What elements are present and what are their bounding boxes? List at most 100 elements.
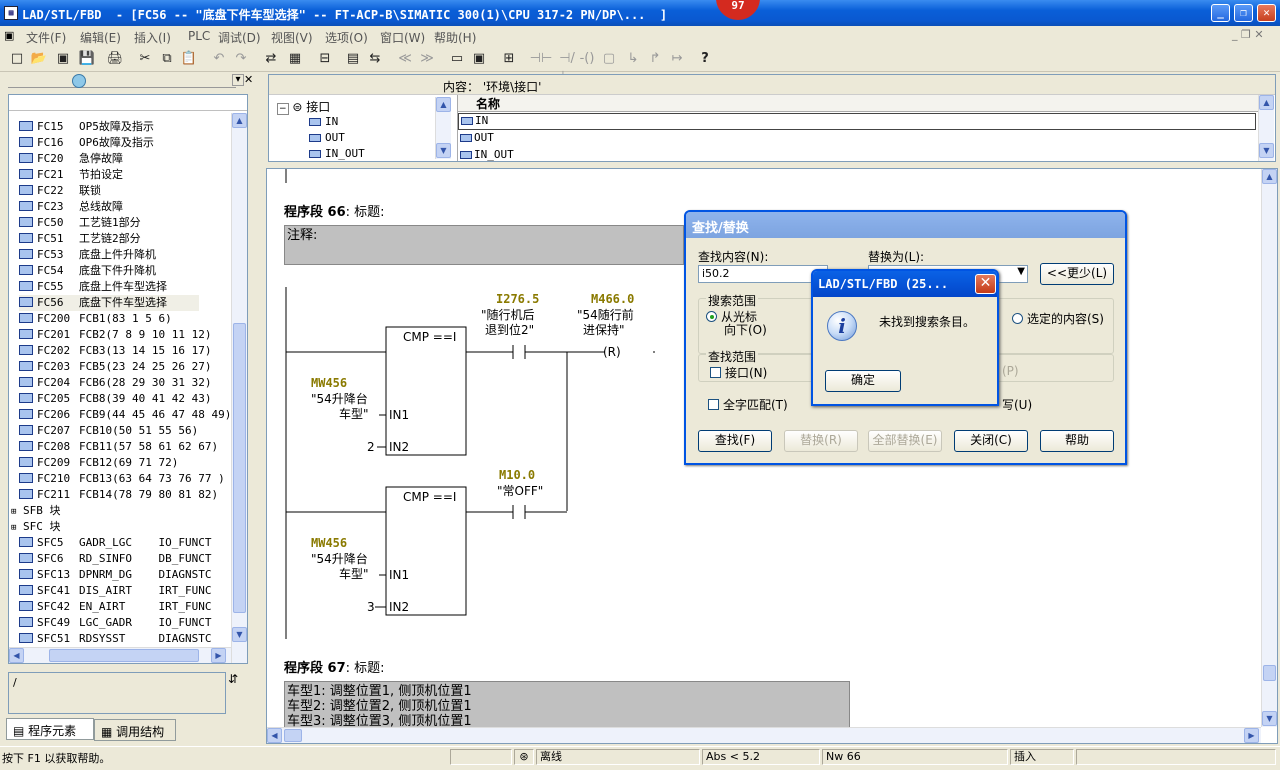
find-input[interactable]: i50.2 [698, 265, 828, 283]
nc-contact-icon[interactable]: ⊣/⊢ [554, 50, 580, 84]
reset-coil[interactable]: (R) [603, 345, 621, 359]
tree-vscrollbar[interactable]: ▲ ▼ [231, 113, 247, 663]
tree-item[interactable]: SFC51 RDSYSST DIAGNSTC [19, 631, 211, 647]
scroll-thumb[interactable] [233, 323, 246, 613]
cmp-box-2[interactable] [385, 486, 467, 616]
tree-folder[interactable]: ⊞ SFC 块 [11, 519, 61, 535]
editor-vscrollbar[interactable]: ▲ ▼ [1261, 169, 1277, 727]
scroll-down-icon[interactable]: ▼ [1259, 143, 1274, 158]
pane-menu-icon[interactable]: ▾ [232, 74, 244, 86]
scroll-up-icon[interactable]: ▲ [232, 113, 247, 128]
tree-item[interactable]: FC204 FCB6(28 29 30 31 32) [19, 375, 211, 391]
list-row-out[interactable]: OUT [460, 131, 494, 144]
list-row-inout[interactable]: IN_OUT [460, 148, 514, 161]
interface-checkbox[interactable]: 接口(N) [710, 364, 767, 381]
slider-knob[interactable] [72, 74, 86, 88]
menu-file[interactable]: 文件(F) [26, 29, 66, 46]
connection-icon[interactable]: ↦ [668, 50, 686, 68]
tree-item[interactable]: SFC41 DIS_AIRT IRT_FUNC [19, 583, 211, 599]
redo-icon[interactable]: ↷ [232, 50, 250, 68]
restore-button[interactable]: ❐ [1234, 4, 1253, 22]
tree-item[interactable]: FC20 急停故障 [19, 151, 199, 167]
network-icon[interactable]: ▤ [344, 50, 362, 68]
tree-item[interactable]: SFC42 EN_AIRT IRT_FUNC [19, 599, 211, 615]
find-button[interactable]: 查找(F) [698, 430, 772, 452]
tree-item[interactable]: FC50 工艺链1部分 [19, 215, 199, 231]
tab-call-structure[interactable]: ▦ 调用结构 [94, 719, 176, 741]
overview-icon[interactable]: ▭ [448, 50, 466, 68]
interface-root[interactable]: − ⊜ 接口 [277, 98, 331, 115]
close-branch-icon[interactable]: ↱ [646, 50, 664, 68]
tree-item[interactable]: SFC5 GADR_LGC IO_FUNCT [19, 535, 211, 551]
iftree-scrollbar[interactable]: ▲ ▼ [435, 97, 451, 159]
scroll-right-icon[interactable]: ▶ [1244, 728, 1259, 743]
interface-in[interactable]: IN [309, 115, 338, 128]
scroll-up-icon[interactable]: ▲ [436, 97, 451, 112]
zoom-slider[interactable] [8, 74, 236, 88]
network-67-comment[interactable]: 车型1: 调整位置1, 侧顶机位置1 车型2: 调整位置2, 侧顶机位置1 车型… [284, 681, 850, 729]
details-icon[interactable]: ▣ [470, 50, 488, 68]
match-case-option[interactable]: 写(U) [1002, 396, 1032, 413]
list-row-in[interactable]: IN [458, 113, 1256, 130]
tree-item[interactable]: FC206 FCB9(44 45 46 47 48 49) [19, 407, 231, 423]
tree-item[interactable]: FC21 节拍设定 [19, 167, 199, 183]
tree-item[interactable]: SFC13 DPNRM_DG DIAGNSTC [19, 567, 211, 583]
sort-icon[interactable]: ⇵ [228, 672, 238, 686]
tree-item[interactable]: FC22 联锁 [19, 183, 199, 199]
tree-item[interactable]: FC207 FCB10(50 51 55 56) [19, 423, 199, 439]
ok-button[interactable]: 确定 [825, 370, 901, 392]
tree-item[interactable]: FC55 底盘上件车型选择 [19, 279, 199, 295]
tree-item[interactable]: FC200 FCB1(83 1 5 6) [19, 311, 199, 327]
tree-item[interactable]: FC23 总线故障 [19, 199, 199, 215]
menu-insert[interactable]: 插入(I) [134, 29, 171, 46]
cmp1-in2-value[interactable]: 2 [367, 440, 375, 454]
cut-icon[interactable]: ✂ [136, 50, 154, 68]
tree-item[interactable]: FC208 FCB11(57 58 61 62 67) [19, 439, 218, 455]
cmp1-in1-address[interactable]: MW456 [311, 376, 347, 390]
scroll-thumb[interactable] [1263, 665, 1276, 681]
whole-word-checkbox[interactable]: 全字匹配(T) [708, 396, 788, 413]
doc-menu-icon[interactable]: ▣ [4, 29, 14, 42]
close-dialog-button[interactable]: 关闭(C) [954, 430, 1028, 452]
hscroll-thumb[interactable] [49, 649, 199, 662]
replace-all-button[interactable]: 全部替换(E) [868, 430, 942, 452]
scope-p-option[interactable]: (P) [1002, 364, 1019, 378]
iflist-scrollbar[interactable]: ▲ ▼ [1258, 95, 1274, 161]
pane-close-icon[interactable]: ✕ [244, 73, 253, 86]
scroll-up-icon[interactable]: ▲ [1259, 95, 1274, 110]
tree-item[interactable]: FC53 底盘上件升降机 [19, 247, 199, 263]
menu-window[interactable]: 窗口(W) [380, 29, 425, 46]
path-field[interactable]: / [8, 672, 226, 714]
close-button[interactable]: ✕ [1257, 4, 1276, 22]
tree-hscrollbar[interactable]: ◀ ▶ [9, 647, 231, 663]
tree-item[interactable]: FC210 FCB13(63 64 73 76 77 ) [19, 471, 225, 487]
mdi-controls[interactable]: _ ❐ ✕ [1232, 28, 1264, 41]
minimize-button[interactable]: _ [1211, 4, 1230, 22]
prev-icon[interactable]: ≪ [396, 50, 414, 68]
menu-plc[interactable]: PLC [188, 29, 210, 43]
hscroll-thumb[interactable] [284, 729, 302, 742]
editor-hscrollbar[interactable]: ◀ ▶ [267, 727, 1261, 743]
scroll-down-icon[interactable]: ▼ [436, 143, 451, 158]
new-network-icon[interactable]: ⊞ [500, 50, 518, 68]
contact2-address[interactable]: M10.0 [499, 468, 535, 482]
paste-icon[interactable]: 📋 [180, 50, 198, 68]
tree-folder[interactable]: ⊞ SFB 块 [11, 503, 61, 519]
scroll-down-icon[interactable]: ▼ [1262, 711, 1277, 726]
cmp2-in1-address[interactable]: MW456 [311, 536, 347, 550]
cmp-box-1[interactable] [385, 326, 467, 456]
help-button[interactable]: 帮助 [1040, 430, 1114, 452]
scroll-left-icon[interactable]: ◀ [9, 648, 24, 663]
contact1-address[interactable]: I276.5 [496, 292, 539, 306]
next-icon[interactable]: ≫ [418, 50, 436, 68]
tree-item[interactable]: FC202 FCB3(13 14 15 16 17) [19, 343, 211, 359]
tree-item[interactable]: SFC49 LGC_GADR IO_FUNCT [19, 615, 211, 631]
print-icon[interactable]: 🖨 [106, 50, 124, 68]
scroll-left-icon[interactable]: ◀ [267, 728, 282, 743]
less-button[interactable]: <<更少(L) [1040, 263, 1114, 285]
module-icon[interactable]: ▦ [286, 50, 304, 68]
scroll-up-icon[interactable]: ▲ [1262, 169, 1277, 184]
tree-item[interactable]: SFC6 RD_SINFO DB_FUNCT [19, 551, 211, 567]
open-icon[interactable]: 📂 [30, 50, 48, 68]
context-help-icon[interactable]: ? [696, 50, 714, 68]
